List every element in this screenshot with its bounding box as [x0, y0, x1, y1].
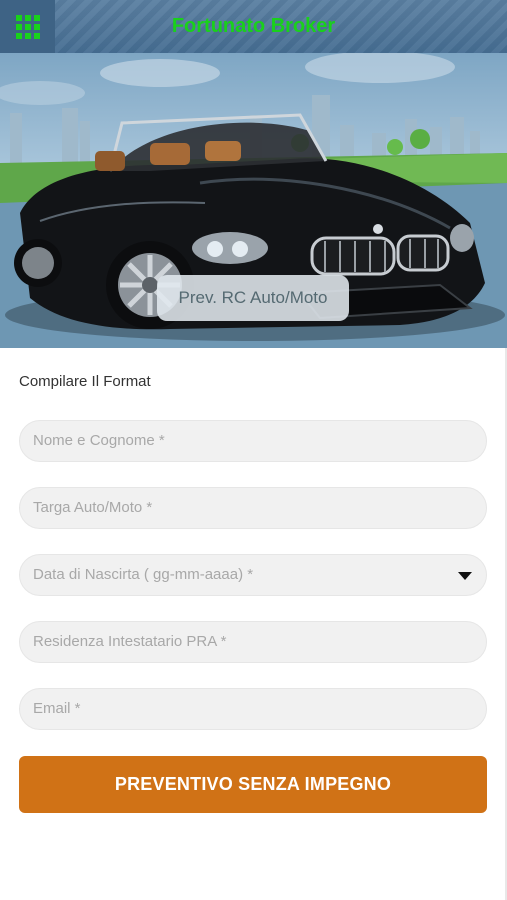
email-field[interactable]: Email *	[19, 688, 487, 730]
plate-field[interactable]: Targa Auto/Moto *	[19, 487, 487, 529]
caret-down-icon[interactable]	[458, 572, 472, 580]
app-header: Fortunato Broker	[0, 0, 507, 53]
submit-button[interactable]: PREVENTIVO SENZA IMPEGNO	[19, 756, 487, 813]
residence-field[interactable]: Residenza Intestatario PRA *	[19, 621, 487, 663]
grid-menu-icon	[15, 14, 40, 39]
hero-banner: Prev. RC Auto/Moto	[0, 53, 507, 348]
birthdate-select[interactable]: Data di Nascirta ( gg-mm-aaaa) *	[19, 554, 487, 596]
menu-button[interactable]	[0, 0, 55, 53]
hero-caption: Prev. RC Auto/Moto	[157, 275, 349, 321]
birthdate-placeholder: Data di Nascirta ( gg-mm-aaaa) *	[33, 566, 254, 583]
name-field[interactable]: Nome e Cognome *	[19, 420, 487, 462]
form-heading: Compilare Il Format	[19, 373, 151, 390]
app-title: Fortunato Broker	[171, 15, 336, 37]
